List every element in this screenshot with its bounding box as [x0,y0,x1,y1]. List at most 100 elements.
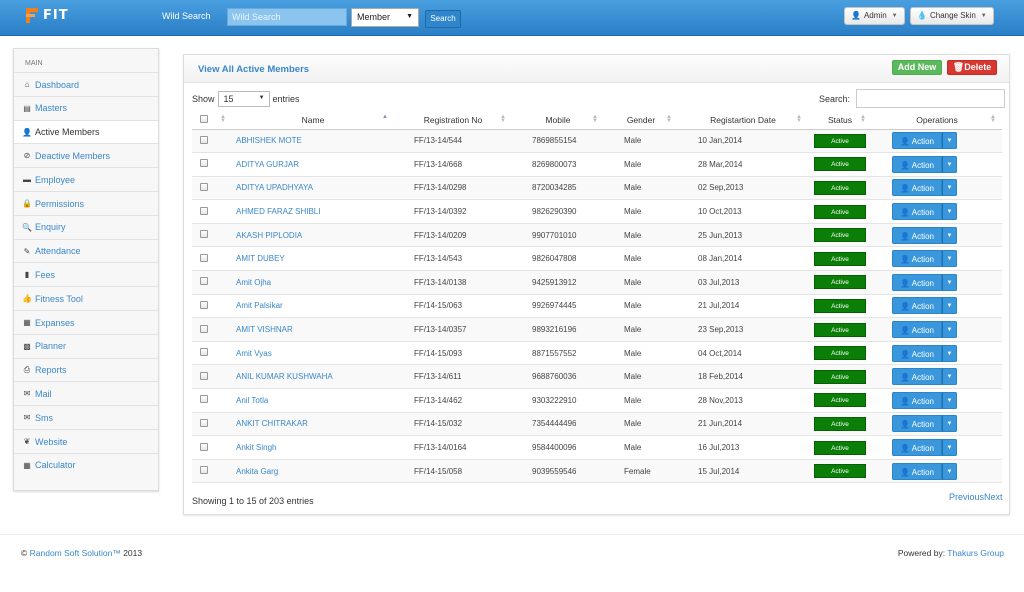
action-button[interactable]: 👤 Action [892,415,942,433]
table-row[interactable]: Amit Ojha FF/13-14/0138 9425913912 Male 03 J… [192,270,1002,295]
table-row[interactable]: Ankit Singh FF/13-14/0164 9584400096 Male 16… [192,435,1002,460]
action-button-group[interactable]: 👤 Action ▼ [892,155,957,173]
action-button[interactable]: 👤 Action [892,155,942,173]
sidebar-item-enquiry[interactable]: 🔍 Enquiry [14,214,158,239]
sidebar-item-permissions[interactable]: 🔒 Permissions [14,191,158,215]
table-row[interactable]: ADITYA UPADHYAYA FF/13-14/0298 8720034285 M… [192,176,1002,201]
action-button[interactable]: 👤 Action [892,391,942,409]
admin-button[interactable]: 👤 Admin ▼ [844,7,905,25]
column-header-registration-no[interactable]: Registration No ▲ ▼ [394,111,512,130]
action-button-group[interactable]: 👤 Action ▼ [892,439,957,457]
sidebar-item-mail[interactable]: ✉ Mail [14,381,158,405]
action-button[interactable]: 👤 Action [892,250,942,268]
member-select[interactable]: Member ▼ [351,8,419,27]
sidebar-item-calculator[interactable]: ▦ Calculator [14,452,158,477]
action-button[interactable]: 👤 Action [892,439,942,457]
caret-down-icon[interactable]: ▼ [942,321,957,339]
caret-down-icon[interactable]: ▼ [942,179,957,197]
wild-search-input[interactable] [227,8,347,26]
caret-down-icon[interactable]: ▼ [942,273,957,291]
action-button-group[interactable]: 👤 Action ▼ [892,273,957,291]
row-checkbox[interactable] [200,324,208,333]
table-row[interactable]: Anil Totla FF/13-14/462 9303222910 Male 28 N… [192,388,1002,413]
caret-down-icon[interactable]: ▼ [942,132,957,150]
action-button-group[interactable]: 👤 Action ▼ [892,226,957,244]
sidebar-item-active-members[interactable]: 👤 Active Members [14,119,158,144]
row-checkbox[interactable] [200,253,208,262]
sidebar-item-attendance[interactable]: ✎ Attendance [14,238,158,263]
column-header-mobile[interactable]: Mobile ▲ ▼ [512,111,604,130]
table-row[interactable]: Ankita Garg FF/14-15/058 9039559546 Female 1… [192,459,1002,484]
action-button-group[interactable]: 👤 Action ▼ [892,368,957,386]
cell-name[interactable]: ABHISHEK MOTE [232,129,394,154]
row-checkbox[interactable] [200,348,208,357]
sidebar-item-deactive-members[interactable]: ⊘ Deactive Members [14,143,158,167]
table-row[interactable]: AMIT DUBEY FF/13-14/543 9826047808 Male 08 J… [192,246,1002,272]
sidebar-item-planner[interactable]: ▩ Planner [14,333,158,358]
table-row[interactable]: Amit Vyas FF/14-15/093 8871557552 Male 04 Oc… [192,341,1002,366]
row-checkbox[interactable] [200,442,208,451]
caret-down-icon[interactable]: ▼ [942,226,957,244]
cell-name[interactable]: ADITYA GURJAR [232,152,394,177]
cell-name[interactable]: Amit Vyas [232,341,394,366]
row-checkbox[interactable] [200,466,208,475]
row-checkbox[interactable] [200,135,208,144]
caret-down-icon[interactable]: ▼ [942,155,957,173]
cell-name[interactable]: AMIT VISHNAR [232,317,394,342]
caret-down-icon[interactable]: ▼ [942,462,957,480]
row-checkbox[interactable] [200,230,208,239]
caret-down-icon[interactable]: ▼ [942,415,957,433]
caret-down-icon[interactable]: ▼ [942,439,957,457]
action-button-group[interactable]: 👤 Action ▼ [892,250,957,268]
company-link[interactable]: Random Soft Solution™ [30,548,121,558]
action-button[interactable]: 👤 Action [892,368,942,386]
sidebar-item-reports[interactable]: ⎙ Reports [14,357,158,382]
caret-down-icon[interactable]: ▼ [942,391,957,409]
action-button-group[interactable]: 👤 Action ▼ [892,391,957,409]
sidebar-item-employee[interactable]: ▬ Employee [14,167,158,191]
table-row[interactable]: ADITYA GURJAR FF/13-14/668 8269800073 Male 2… [192,152,1002,177]
row-checkbox[interactable] [200,395,208,404]
cell-name[interactable]: AKASH PIPLODIA [232,223,394,248]
action-button[interactable]: 👤 Action [892,297,942,315]
cell-name[interactable]: Ankita Garg [232,459,394,484]
action-button-group[interactable]: 👤 Action ▼ [892,415,957,433]
action-button-group[interactable]: 👤 Action ▼ [892,203,957,221]
column-header-status[interactable]: Status ▲ ▼ [808,111,872,130]
caret-down-icon[interactable]: ▼ [942,297,957,315]
cell-name[interactable]: ANKIT CHITRAKAR [232,412,394,437]
delete-button[interactable]: 🗑Delete [947,60,997,75]
table-row[interactable]: ABHISHEK MOTE FF/13-14/544 7869855154 Male 1… [192,129,1002,154]
column-header-registartion-date[interactable]: Registartion Date ▲ ▼ [678,111,808,130]
column-header-gender[interactable]: Gender ▲ ▼ [604,111,678,130]
change-skin-button[interactable]: 💧 Change Skin ▼ [910,7,994,25]
row-checkbox[interactable] [200,277,208,286]
action-button-group[interactable]: 👤 Action ▼ [892,321,957,339]
sidebar-item-dashboard[interactable]: ⌂ Dashboard [14,72,158,96]
action-button-group[interactable]: 👤 Action ▼ [892,344,957,362]
row-checkbox[interactable] [200,300,208,309]
table-row[interactable]: AHMED FARAZ SHIBLI FF/13-14/0392 982629039… [192,199,1002,224]
caret-down-icon[interactable]: ▼ [942,203,957,221]
table-row[interactable]: AKASH PIPLODIA FF/13-14/0209 9907701010 Mal… [192,223,1002,248]
table-search-input[interactable] [856,89,1006,108]
search-button[interactable]: Search [425,10,461,28]
action-button-group[interactable]: 👤 Action ▼ [892,297,957,315]
row-checkbox[interactable] [200,206,208,215]
column-header-operations[interactable]: Operations ▲ ▼ [872,111,1002,130]
sidebar-item-website[interactable]: ❦ Website [14,429,158,453]
sidebar-item-masters[interactable]: ▤ Masters [14,95,158,120]
row-checkbox[interactable] [200,418,208,427]
action-button[interactable]: 👤 Action [892,132,942,150]
caret-down-icon[interactable]: ▼ [942,344,957,362]
app-logo[interactable]: FIT [26,8,69,23]
cell-name[interactable]: Anil Totla [232,388,394,413]
sidebar-item-fees[interactable]: ▮ Fees [14,262,158,286]
caret-down-icon[interactable]: ▼ [942,250,957,268]
next-link[interactable]: Next [984,492,1003,502]
sidebar-item-expanses[interactable]: ▦ Expanses [14,310,158,334]
row-checkbox[interactable] [200,159,208,168]
action-button-group[interactable]: 👤 Action ▼ [892,179,957,197]
powered-by-link[interactable]: Thakurs Group [947,548,1004,558]
select-all-checkbox[interactable] [200,114,208,123]
